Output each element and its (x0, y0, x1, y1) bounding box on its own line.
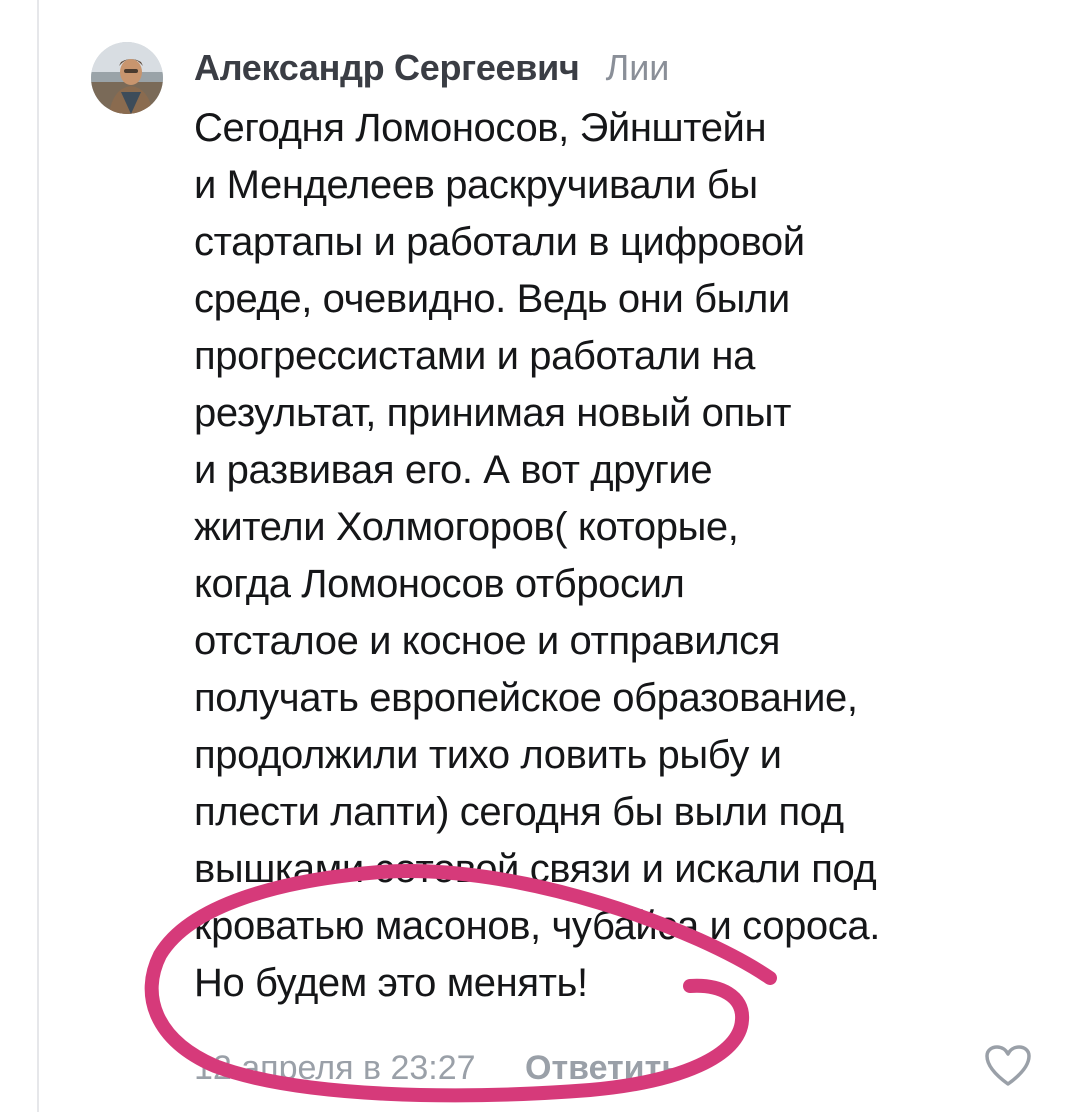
comment-line: отсталое и косное и отправился (194, 619, 780, 663)
author-name[interactable]: Александр Сергеевич (194, 47, 580, 88)
comment-footer: 12 апреля в 23:27 Ответить (194, 1046, 682, 1090)
avatar[interactable] (91, 42, 163, 114)
reply-to-name[interactable]: Лии (606, 47, 670, 88)
comment-line: прогрессистами и работали на (194, 334, 755, 378)
comment-timestamp: 12 апреля в 23:27 (194, 1049, 476, 1087)
comment-line: результат, принимая новый опыт (194, 391, 792, 435)
comment-line: плести лапти) сегодня бы выли под (194, 790, 844, 834)
comment-header: Александр Сергеевич Лии (194, 44, 669, 92)
comment-line: стартапы и работали в цифровой (194, 220, 805, 264)
comment-line: когда Ломоносов отбросил (194, 562, 685, 606)
comment-line: кроватью масонов, чубайса и сороса. (194, 904, 880, 948)
heart-outline-icon (985, 1045, 1031, 1086)
comment-line: жители Холмогоров( которые, (194, 505, 739, 549)
like-button[interactable] (984, 1044, 1032, 1088)
comment-text: Сегодня Ломоносов, Эйнштейн и Менделеев … (194, 100, 1034, 1012)
comment-line: среде, очевидно. Ведь они были (194, 277, 790, 321)
comment-line: Но будем это менять! (194, 961, 588, 1005)
avatar-photo (91, 42, 163, 114)
reply-button[interactable]: Ответить (525, 1049, 682, 1087)
thread-indent-line (37, 0, 39, 1112)
comment-line: и развивая его. А вот другие (194, 448, 713, 492)
comment-line: вышками сотовой связи и искали под (194, 847, 877, 891)
comment-line: Сегодня Ломоносов, Эйнштейн (194, 106, 767, 150)
comment-line: и Менделеев раскручивали бы (194, 163, 758, 207)
comment-line: продолжили тихо ловить рыбу и (194, 733, 782, 777)
comment-line: получать европейское образование, (194, 676, 858, 720)
